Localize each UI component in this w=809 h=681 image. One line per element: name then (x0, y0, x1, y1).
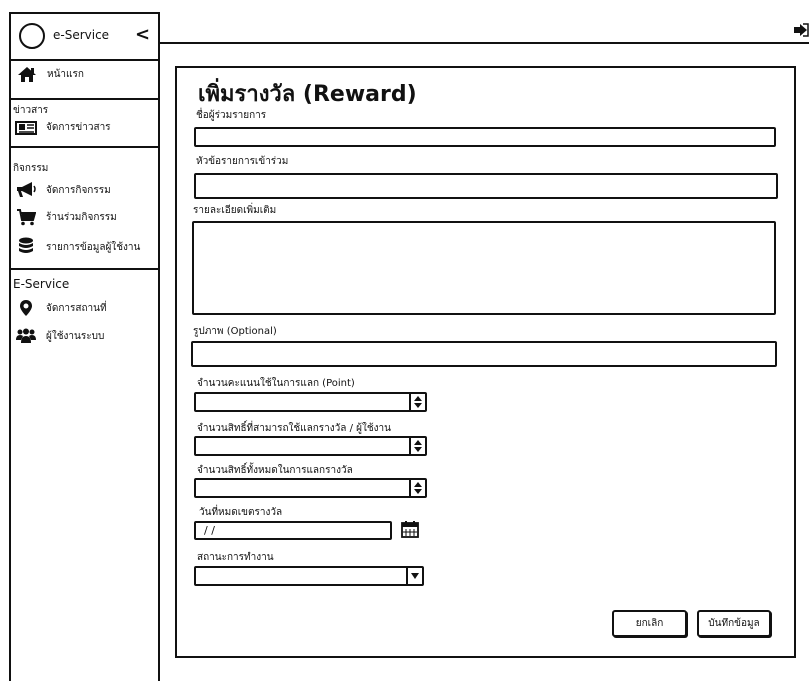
status-select[interactable] (194, 566, 424, 586)
image-label: รูปภาพ (Optional) (193, 326, 277, 337)
brand-header: e-Service < (11, 14, 158, 61)
status-label: สถานะการทำงาน (197, 552, 274, 563)
points-label: จำนวนคะแนนใช้ในการแลก (Point) (197, 378, 355, 389)
rights-total-label: จำนวนสิทธิ์ทั้งหมดในการแลกรางวัล (197, 465, 353, 476)
eservice-section-title: E-Service (13, 277, 70, 291)
cancel-button[interactable]: ยกเลิก (612, 610, 687, 637)
sidebar-item-activity-manage[interactable]: จัดการกิจกรรม (15, 181, 111, 199)
expire-date-input[interactable]: / / (194, 521, 392, 540)
sidebar-item-activity-shop[interactable]: ร้านร่วมกิจกรรม (15, 209, 117, 226)
activity-section-title: กิจกรรม (13, 163, 49, 174)
sidebar-item-activity-shop-label: ร้านร่วมกิจกรรม (46, 212, 117, 223)
brand-title: e-Service (53, 28, 110, 42)
topic-input[interactable] (194, 173, 778, 199)
topic-label: หัวข้อรายการเข้าร่วม (196, 156, 289, 167)
detail-textarea[interactable] (192, 221, 776, 315)
participant-input[interactable] (194, 127, 776, 147)
sidebar-item-activity-manage-label: จัดการกิจกรรม (46, 184, 111, 196)
sidebar-item-news-manage[interactable]: จัดการข่าวสาร (15, 120, 111, 135)
newspaper-icon (15, 120, 37, 135)
chevron-down-icon[interactable] (406, 568, 422, 584)
sidebar-item-system-users[interactable]: ผู้ใช้งานระบบ (15, 328, 104, 344)
detail-label: รายละเอียดเพิ่มเติม (193, 205, 277, 216)
cart-icon (15, 209, 37, 226)
rights-total-stepper[interactable] (194, 478, 427, 498)
logout-icon[interactable] (793, 22, 809, 41)
points-stepper-arrows-icon[interactable] (409, 394, 425, 410)
sidebar-item-place-manage-label: จัดการสถานที่ (46, 302, 107, 314)
save-button[interactable]: บันทึกข้อมูล (697, 610, 771, 637)
sidebar-item-news-manage-label: จัดการข่าวสาร (46, 122, 111, 133)
users-group-icon (15, 328, 37, 344)
calendar-icon[interactable] (401, 520, 419, 542)
sidebar-item-home-label: หน้าแรก (47, 69, 84, 80)
top-bar (160, 12, 809, 44)
sidebar-item-place-manage[interactable]: จัดการสถานที่ (15, 299, 107, 317)
rights-per-user-stepper-arrows-icon[interactable] (409, 438, 425, 454)
page-title: เพิ่มรางวัล (Reward) (198, 82, 417, 107)
sidebar-divider (9, 98, 160, 100)
sidebar-divider (9, 146, 160, 148)
image-input[interactable] (191, 341, 777, 367)
expire-label: วันที่หมดเขตรางวัล (199, 507, 283, 518)
database-icon (15, 237, 37, 257)
sidebar-item-system-users-label: ผู้ใช้งานระบบ (46, 330, 105, 342)
logo-circle-icon (19, 23, 45, 49)
home-icon (16, 66, 38, 83)
rights-per-user-stepper[interactable] (194, 436, 427, 456)
sidebar-item-home[interactable]: หน้าแรก (16, 66, 84, 83)
points-stepper[interactable] (194, 392, 427, 412)
sidebar-item-activity-users-label: รายการข้อมูลผู้ใช้งาน (46, 241, 141, 253)
map-marker-icon (15, 299, 37, 317)
participant-label: ชื่อผู้ร่วมรายการ (196, 110, 267, 121)
megaphone-icon (15, 181, 37, 199)
sidebar-item-activity-users[interactable]: รายการข้อมูลผู้ใช้งาน (15, 237, 140, 257)
news-section-title: ข่าวสาร (13, 105, 49, 116)
rights-per-user-label: จำนวนสิทธิ์ที่สามารถใช้แลกรางวัล / ผู้ใช… (197, 423, 392, 434)
collapse-sidebar-button[interactable]: < (135, 24, 150, 45)
sidebar-divider (9, 268, 160, 270)
rights-total-stepper-arrows-icon[interactable] (409, 480, 425, 496)
